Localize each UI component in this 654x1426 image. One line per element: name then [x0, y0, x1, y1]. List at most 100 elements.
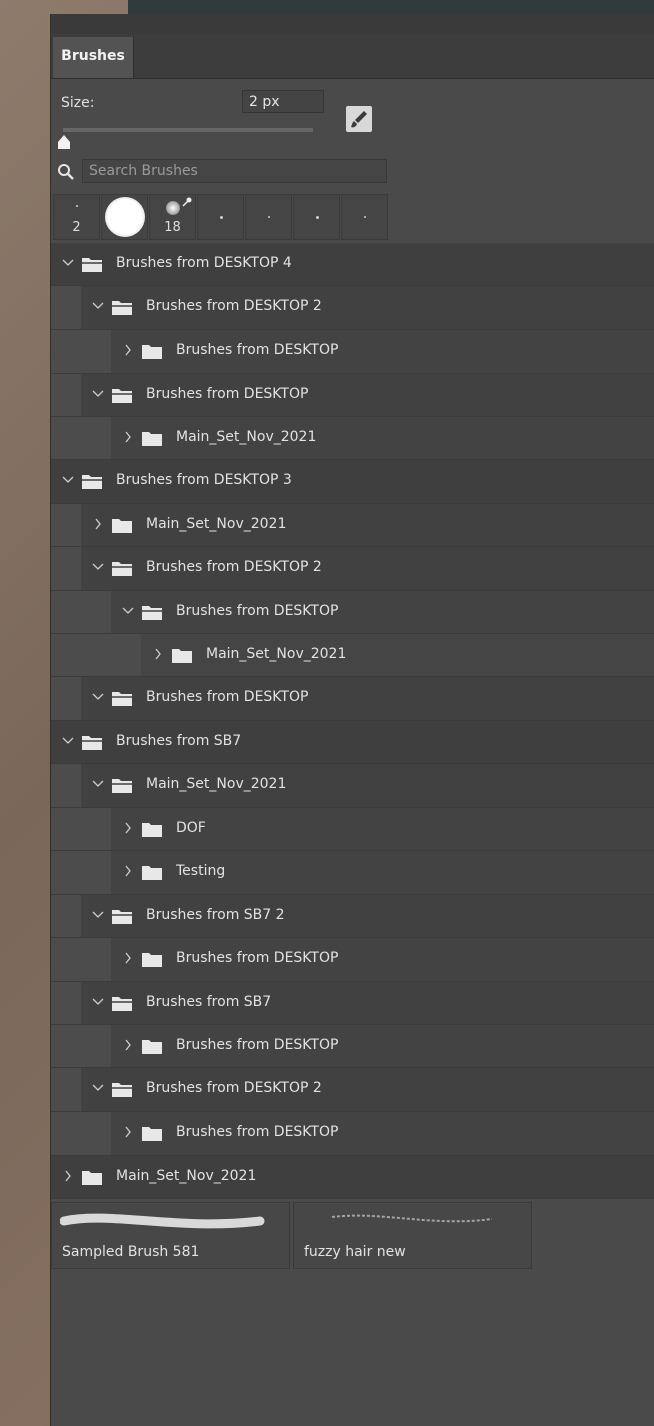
tree-folder-label: Testing	[176, 863, 226, 879]
brush-preset[interactable]	[293, 194, 340, 240]
small-dot-icon	[316, 216, 319, 219]
preset-size-label: 2	[72, 220, 81, 235]
tree-folder-row[interactable]: Brushes from SB7	[51, 721, 654, 764]
brush-thumbnail-label: Sampled Brush 581	[62, 1244, 200, 1260]
tree-folder-row[interactable]: Main_Set_Nov_2021	[51, 764, 654, 808]
chevron-right-icon[interactable]	[121, 821, 135, 835]
brush-settings-button[interactable]	[346, 106, 372, 132]
folder-icon	[142, 823, 162, 837]
indent-guide	[51, 591, 111, 633]
tree-folder-label: Brushes from SB7	[146, 994, 272, 1010]
chevron-right-icon[interactable]	[91, 517, 105, 531]
tree-folder-row[interactable]: Brushes from SB7 2	[51, 895, 654, 938]
tree-folder-row[interactable]: Brushes from DESKTOP	[51, 374, 654, 417]
indent-guide	[51, 286, 81, 329]
chevron-down-icon[interactable]	[61, 256, 75, 270]
chevron-down-icon[interactable]	[91, 690, 105, 704]
folder-icon	[142, 345, 162, 359]
indent-guide	[51, 504, 81, 546]
tree-folder-label: Main_Set_Nov_2021	[146, 516, 287, 532]
brush-preset[interactable]	[101, 194, 148, 240]
size-slider[interactable]	[63, 128, 313, 132]
small-dot-icon	[220, 216, 223, 219]
folder-icon	[142, 866, 162, 880]
indent-guide	[51, 374, 81, 416]
chevron-down-icon[interactable]	[61, 473, 75, 487]
tree-folder-row[interactable]: Testing	[51, 851, 654, 895]
folder-open-icon	[112, 910, 132, 924]
panel-header[interactable]	[51, 14, 654, 34]
tree-folder-label: Brushes from DESKTOP	[176, 1037, 339, 1053]
search-input[interactable]: Search Brushes	[82, 159, 387, 183]
brush-preset[interactable]	[245, 194, 292, 240]
folder-open-icon	[112, 562, 132, 576]
size-slider-thumb[interactable]	[56, 134, 72, 150]
chevron-down-icon[interactable]	[91, 1081, 105, 1095]
large-soft-round-icon	[105, 197, 145, 237]
tab-brushes[interactable]: Brushes	[53, 37, 134, 78]
tree-folder-row[interactable]: DOF	[51, 808, 654, 851]
preset-size-label: 18	[164, 220, 181, 235]
tree-folder-row[interactable]: Main_Set_Nov_2021	[51, 417, 654, 460]
tree-folder-label: Main_Set_Nov_2021	[146, 776, 287, 792]
tree-folder-row[interactable]: Brushes from DESKTOP	[51, 330, 654, 374]
folder-icon	[142, 1040, 162, 1054]
chevron-down-icon[interactable]	[91, 777, 105, 791]
tree-folder-row[interactable]: Brushes from DESKTOP 2	[51, 547, 654, 591]
search-icon	[58, 164, 74, 180]
chevron-down-icon[interactable]	[91, 908, 105, 922]
brushes-panel: Brushes Size: 2 px Search Brushes 2 18 Br…	[50, 14, 654, 1426]
tree-folder-row[interactable]: Brushes from DESKTOP 4	[51, 243, 654, 286]
tree-folder-label: Brushes from DESKTOP 2	[146, 1080, 322, 1096]
chevron-right-icon[interactable]	[121, 1125, 135, 1139]
indent-guide	[51, 547, 81, 590]
chevron-right-icon[interactable]	[121, 343, 135, 357]
chevron-right-icon[interactable]	[151, 647, 165, 661]
indent-guide	[51, 982, 81, 1024]
tree-folder-row[interactable]: Main_Set_Nov_2021	[51, 504, 654, 547]
tree-folder-row[interactable]: Brushes from DESKTOP	[51, 1112, 654, 1156]
tree-folder-row[interactable]: Brushes from DESKTOP	[51, 591, 654, 634]
chevron-right-icon[interactable]	[121, 1038, 135, 1052]
brush-settings-icon	[351, 111, 367, 128]
tree-folder-row[interactable]: Brushes from DESKTOP 2	[51, 286, 654, 330]
size-field[interactable]: 2 px	[242, 90, 324, 113]
indent-guide	[51, 677, 81, 720]
folder-open-icon	[82, 475, 102, 489]
brush-preset[interactable]	[197, 194, 244, 240]
folder-icon	[172, 649, 192, 663]
chevron-down-icon[interactable]	[91, 560, 105, 574]
soft-round-with-pressure-icon	[166, 201, 180, 215]
tree-folder-row[interactable]: Brushes from DESKTOP 2	[51, 1068, 654, 1112]
tree-folder-row[interactable]: Brushes from DESKTOP	[51, 938, 654, 982]
tree-folder-row[interactable]: Brushes from DESKTOP 3	[51, 460, 654, 504]
indent-guide	[51, 764, 81, 807]
brush-thumbnail[interactable]: fuzzy hair new	[293, 1202, 532, 1269]
chevron-down-icon[interactable]	[91, 995, 105, 1009]
indent-guide	[51, 938, 111, 981]
chevron-down-icon[interactable]	[61, 734, 75, 748]
tree-folder-label: Main_Set_Nov_2021	[116, 1168, 257, 1184]
tree-folder-row[interactable]: Brushes from DESKTOP	[51, 1025, 654, 1068]
tree-folder-label: Brushes from DESKTOP	[176, 342, 339, 358]
brush-thumbnail[interactable]: Sampled Brush 581	[51, 1202, 290, 1269]
tree-folder-row[interactable]: Brushes from SB7	[51, 982, 654, 1025]
chevron-down-icon[interactable]	[121, 604, 135, 618]
tree-folder-label: Brushes from DESKTOP 3	[116, 472, 292, 488]
chevron-down-icon[interactable]	[91, 299, 105, 313]
tree-folder-label: Brushes from DESKTOP	[146, 689, 309, 705]
brush-preset[interactable]: 2	[53, 194, 100, 240]
tree-folder-row[interactable]: Main_Set_Nov_2021	[51, 1156, 654, 1199]
chevron-down-icon[interactable]	[91, 387, 105, 401]
chevron-right-icon[interactable]	[61, 1169, 75, 1183]
tree-folder-row[interactable]: Main_Set_Nov_2021	[51, 634, 654, 677]
brush-preset[interactable]	[341, 194, 388, 240]
brush-preset[interactable]: 18	[149, 194, 196, 240]
chevron-right-icon[interactable]	[121, 430, 135, 444]
chevron-right-icon[interactable]	[121, 951, 135, 965]
tree-folder-label: Brushes from DESKTOP	[146, 386, 309, 402]
tree-folder-row[interactable]: Brushes from DESKTOP	[51, 677, 654, 721]
chevron-right-icon[interactable]	[121, 864, 135, 878]
folder-open-icon	[82, 736, 102, 750]
tree-folder-label: Brushes from DESKTOP 4	[116, 255, 292, 271]
